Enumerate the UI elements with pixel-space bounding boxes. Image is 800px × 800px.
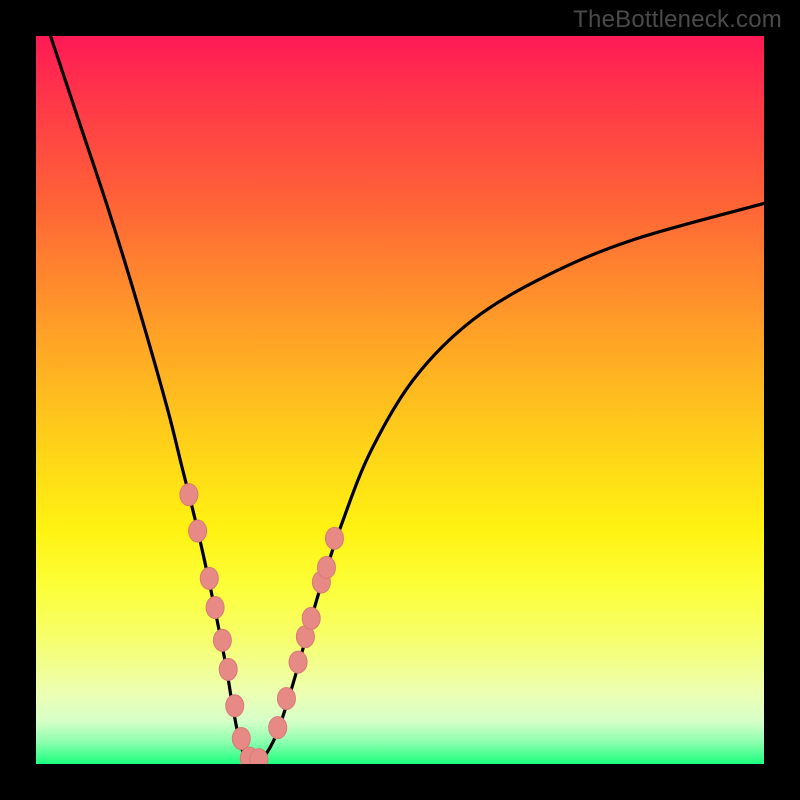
bottleneck-curve: [51, 36, 764, 764]
data-marker: [226, 695, 244, 717]
data-marker: [317, 556, 335, 578]
data-marker: [289, 651, 307, 673]
data-marker: [325, 527, 343, 549]
data-marker: [232, 728, 250, 750]
data-marker: [206, 596, 224, 618]
chart-frame: TheBottleneck.com: [0, 0, 800, 800]
data-marker: [302, 607, 320, 629]
data-marker: [277, 687, 295, 709]
data-marker: [180, 484, 198, 506]
data-marker: [269, 717, 287, 739]
data-marker: [213, 629, 231, 651]
watermark-text: TheBottleneck.com: [573, 6, 782, 34]
plot-area: [36, 36, 764, 764]
data-markers: [180, 484, 344, 764]
data-marker: [219, 658, 237, 680]
data-marker: [200, 567, 218, 589]
chart-svg: [36, 36, 764, 764]
data-marker: [189, 520, 207, 542]
